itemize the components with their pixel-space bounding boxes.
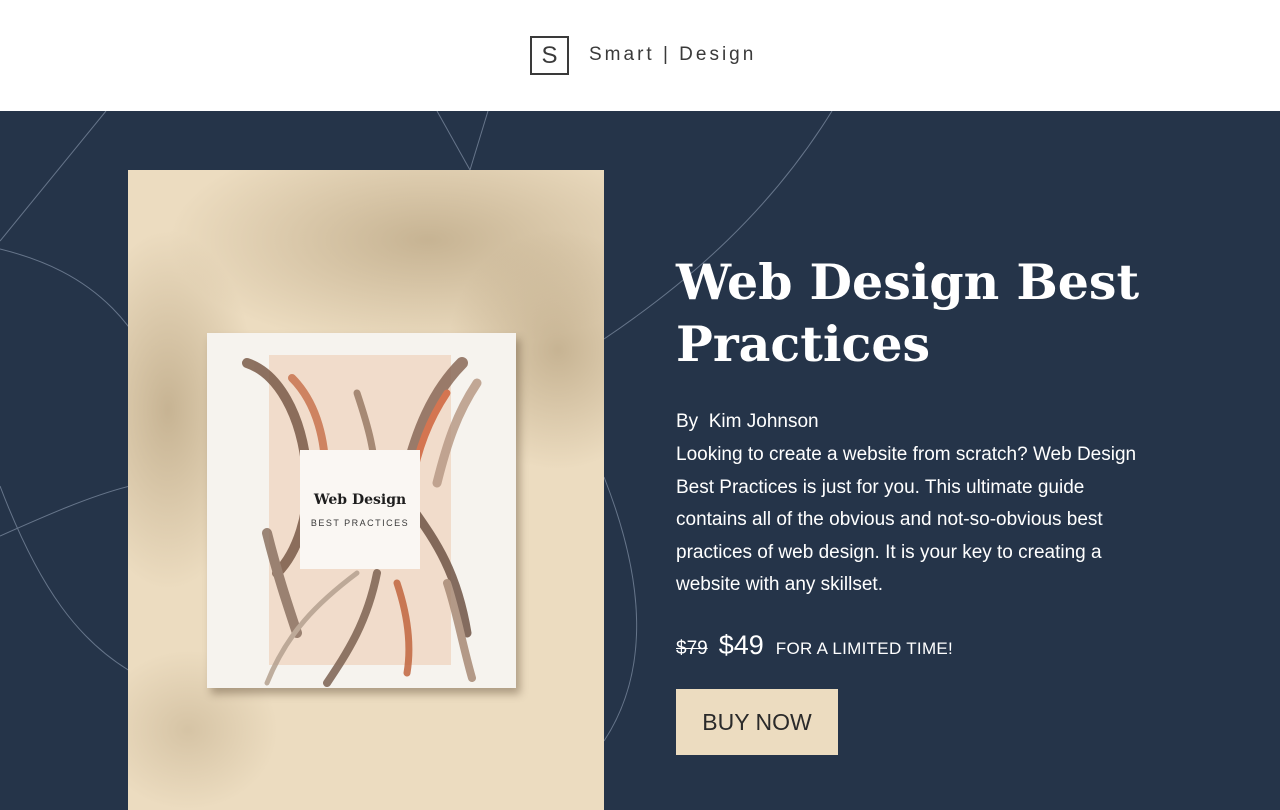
brand-name[interactable]: Smart | Design bbox=[589, 44, 756, 66]
buy-now-button[interactable]: BUY NOW bbox=[676, 689, 838, 755]
cover-subtitle: BEST PRACTICES bbox=[310, 517, 410, 528]
author-prefix: By bbox=[676, 411, 699, 432]
author-line: By Kim Johnson bbox=[676, 411, 819, 433]
cover-title-card: Web Design BEST PRACTICES bbox=[300, 450, 420, 569]
product-title: Web Design Best Practices bbox=[676, 253, 1140, 373]
logo-letter: S bbox=[541, 41, 558, 69]
author-name: Kim Johnson bbox=[708, 411, 819, 432]
site-header: S Smart | Design bbox=[0, 0, 1280, 111]
price-row: $79 $49 FOR A LIMITED TIME! bbox=[676, 630, 953, 661]
hero-section: Web Design BEST PRACTICES Web Design Bes… bbox=[0, 111, 1280, 810]
product-description: Looking to create a website from scratch… bbox=[676, 444, 1137, 595]
limited-time-note: FOR A LIMITED TIME! bbox=[775, 639, 954, 658]
sale-price: $49 bbox=[718, 630, 764, 660]
original-price: $79 bbox=[676, 638, 708, 659]
book-cover: Web Design BEST PRACTICES bbox=[207, 333, 516, 688]
logo[interactable]: S bbox=[530, 36, 569, 75]
product-image: Web Design BEST PRACTICES bbox=[128, 170, 604, 810]
cover-title: Web Design bbox=[313, 491, 407, 508]
